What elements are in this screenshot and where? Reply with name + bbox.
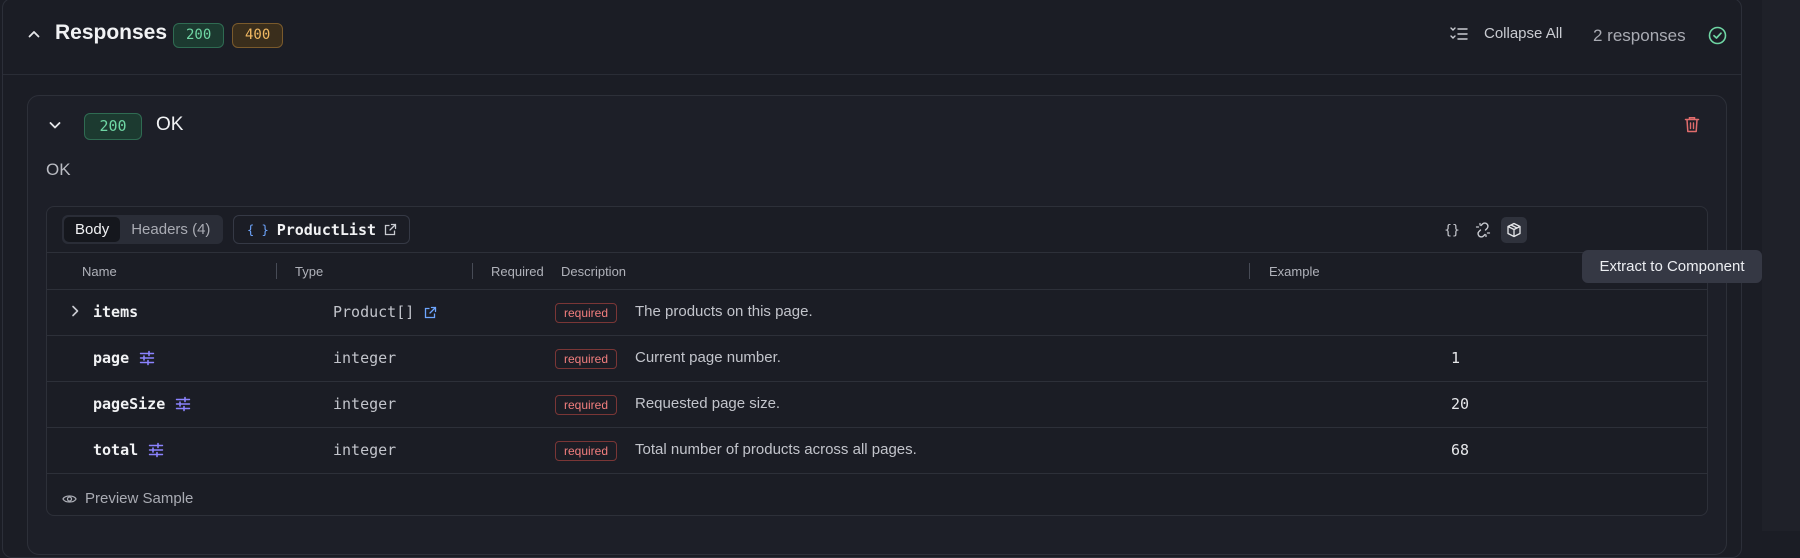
sliders-icon[interactable] (148, 442, 164, 458)
responses-panel: Responses 200 400 Collapse All 2 respons… (2, 0, 1742, 558)
response-status-badge: 200 (84, 113, 142, 140)
schema-toolbar: {} (1439, 217, 1527, 243)
tab-headers[interactable]: Headers (4) (120, 217, 221, 242)
column-type: Type (295, 264, 324, 279)
tab-body[interactable]: Body (64, 217, 121, 242)
column-required: Required (491, 264, 544, 279)
field-type: integer (333, 349, 397, 367)
field-description: The products on this page. (635, 303, 813, 320)
field-description: Current page number. (635, 349, 781, 366)
preview-sample-button[interactable]: Preview Sample (62, 490, 193, 507)
field-description: Total number of products across all page… (635, 441, 917, 458)
check-circle-icon (1708, 26, 1727, 45)
responses-header: Responses 200 400 Collapse All 2 respons… (3, 0, 1741, 75)
response-description: OK (46, 160, 71, 179)
required-badge: required (555, 441, 618, 461)
response-title: OK (156, 114, 184, 135)
field-type: Product[] (333, 303, 437, 321)
table-header: Name Type Required Description Example (47, 252, 1707, 290)
column-resize-handle[interactable] (472, 263, 473, 279)
column-description: Description (561, 264, 627, 279)
required-badge: required (555, 349, 618, 369)
field-example: 1 (1451, 349, 1461, 367)
column-name: Name (82, 264, 117, 279)
field-name: total (93, 441, 164, 459)
required-badge: required (555, 303, 618, 323)
chevron-up-icon[interactable] (27, 27, 41, 41)
column-resize-handle[interactable] (276, 263, 277, 279)
tooltip: Extract to Component (1582, 250, 1762, 283)
field-example: 20 (1451, 395, 1470, 413)
field-description: Requested page size. (635, 395, 781, 412)
table-row[interactable]: pageSize integer required Requested page… (47, 382, 1707, 428)
column-example: Example (1269, 264, 1320, 279)
schema-ref-chip[interactable]: { } ProductList (233, 215, 411, 244)
collapse-all-button[interactable]: Collapse All (1450, 25, 1562, 42)
eye-icon (62, 493, 77, 505)
body-headers-tabs: Body Headers (4) (62, 215, 224, 244)
response-card: 200 OK OK Body Headers (4) { } ProductLi… (27, 95, 1727, 555)
status-badge-200[interactable]: 200 (173, 23, 225, 48)
table-row[interactable]: items Product[] required The products on… (47, 290, 1707, 336)
field-name: pageSize (93, 395, 191, 413)
field-name: items (93, 303, 139, 321)
field-type: integer (333, 395, 397, 413)
column-resize-handle[interactable] (1249, 263, 1250, 279)
sliders-icon[interactable] (175, 396, 191, 412)
collapse-list-icon (1450, 26, 1468, 42)
package-icon[interactable] (1501, 217, 1527, 243)
preview-sample-label: Preview Sample (85, 490, 194, 507)
field-name: page (93, 349, 155, 367)
responses-count: 2 responses (1593, 26, 1686, 45)
external-link-icon[interactable] (424, 306, 437, 319)
collapse-all-label: Collapse All (1484, 25, 1563, 42)
chevron-right-icon[interactable] (69, 304, 81, 318)
table-row[interactable]: total integer required Total number of p… (47, 428, 1707, 474)
field-type: integer (333, 441, 397, 459)
responses-title: Responses (55, 21, 168, 44)
unlink-icon[interactable] (1470, 217, 1496, 243)
trash-icon[interactable] (1684, 116, 1700, 133)
side-gutter (1762, 0, 1800, 531)
required-badge: required (555, 395, 618, 415)
external-link-icon (384, 223, 397, 236)
schema-braces-icon: { } (247, 222, 269, 237)
field-example: 68 (1451, 441, 1470, 459)
table-row[interactable]: page integer required Current page numbe… (47, 336, 1707, 382)
schema-box: Body Headers (4) { } ProductList {} Name… (46, 206, 1708, 516)
sliders-icon[interactable] (139, 350, 155, 366)
status-badge-400[interactable]: 400 (232, 23, 284, 48)
chevron-down-icon[interactable] (48, 118, 62, 132)
schema-ref-name: ProductList (276, 220, 377, 239)
braces-icon[interactable]: {} (1439, 217, 1465, 243)
